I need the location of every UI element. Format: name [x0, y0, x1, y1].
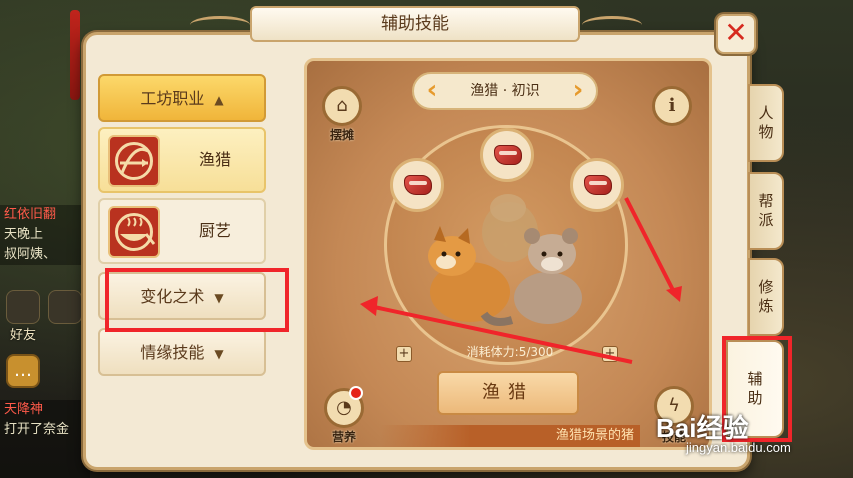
- arrow-head: [666, 286, 682, 302]
- arrow-line: [373, 305, 633, 364]
- arrow-line: [624, 197, 678, 297]
- tutorial-arrows: [360, 197, 682, 364]
- watermark-url: jingyan.baidu.com: [686, 440, 791, 455]
- arrow-head: [360, 296, 378, 316]
